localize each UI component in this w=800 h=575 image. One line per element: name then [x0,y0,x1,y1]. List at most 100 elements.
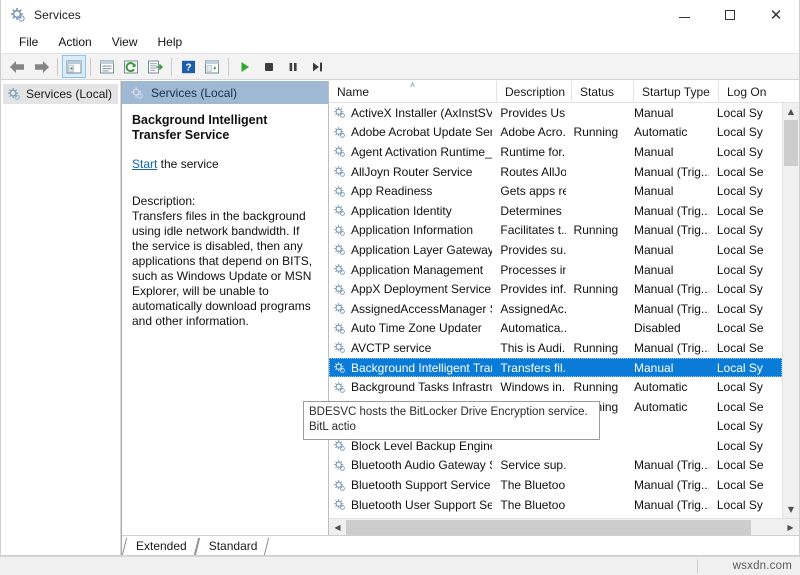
back-button[interactable] [5,55,29,78]
column-header-name[interactable]: ˄ Name [329,81,497,103]
toolbar-separator [171,58,172,76]
table-row[interactable]: Application InformationFacilitates t...R… [329,221,782,241]
console-tree-icon[interactable] [62,55,86,78]
cell-status: Running [566,282,626,296]
watermark-text: wsxdn.com [733,560,792,572]
service-name-label: Application Information [351,223,473,237]
service-gear-icon [333,439,346,452]
column-header-description-label: Description [505,85,565,99]
minimize-button[interactable] [661,0,707,31]
table-row[interactable]: Bluetooth Support ServiceThe Bluetoo...M… [329,475,782,495]
table-row[interactable]: Application ManagementProcesses in...Man… [329,260,782,280]
service-name-label: AllJoyn Router Service [351,165,472,179]
toolbar-separator [57,58,58,76]
console-tree-pane: Services (Local) [1,81,121,555]
table-row[interactable]: Application Layer Gateway ...Provides su… [329,240,782,260]
cell-startup: Manual (Trig... [626,498,709,512]
tab-standard-label: Standard [209,539,258,553]
restart-icon[interactable] [305,55,329,78]
service-name-label: Bluetooth Audio Gateway S... [351,458,492,472]
pause-icon[interactable] [281,55,305,78]
status-bar: wsxdn.com [0,556,800,575]
service-name-label: Block Level Backup Engine ... [351,439,492,453]
table-row[interactable]: AssignedAccessManager Se...AssignedAc...… [329,299,782,319]
vertical-scroll-thumb[interactable] [784,120,798,166]
scroll-right-icon[interactable]: ▶ [782,519,799,536]
help-question-icon[interactable]: ? [176,55,200,78]
table-row[interactable]: Auto Time Zone UpdaterAutomatica...Disab… [329,319,782,339]
cell-startup: Manual (Trig... [626,165,709,179]
action-pane-icon[interactable] [200,55,224,78]
tab-extended[interactable]: Extended [124,536,197,555]
horizontal-scroll-thumb[interactable] [346,520,751,535]
cell-description: Automatica... [492,321,565,335]
cell-startup: Manual (Trig... [626,478,709,492]
cell-name: AVCTP service [329,341,492,355]
cell-logon: Local Sy [709,282,782,296]
column-header-status[interactable]: Status [572,81,634,103]
cell-description: AssignedAc... [492,302,565,316]
properties-icon[interactable] [95,55,119,78]
start-service-link[interactable]: Start [132,157,157,171]
table-row[interactable]: Background Intelligent Tran...Transfers … [329,358,782,378]
close-button[interactable]: ✕ [753,0,799,31]
service-gear-icon [333,243,346,256]
column-header-startup-type[interactable]: Startup Type [634,81,719,103]
scroll-left-icon[interactable]: ◀ [329,519,346,536]
service-name-label: ActiveX Installer (AxInstSV) [351,106,492,120]
cell-startup: Manual [626,361,709,375]
service-gear-icon [333,361,346,374]
tree-node-services-local[interactable]: Services (Local) [3,84,118,104]
table-row[interactable]: Adobe Acrobat Update Serv...Adobe Acro..… [329,123,782,143]
table-row[interactable]: App ReadinessGets apps re...ManualLocal … [329,181,782,201]
horizontal-scrollbar[interactable]: ◀ ▶ [329,518,799,535]
menu-view[interactable]: View [102,34,148,50]
table-row[interactable]: Agent Activation Runtime_...Runtime for.… [329,142,782,162]
table-row[interactable]: Bluetooth Audio Gateway S...Service sup.… [329,456,782,476]
export-list-icon[interactable] [143,55,167,78]
table-row[interactable]: Bluetooth User Support Ser...The Bluetoo… [329,495,782,515]
service-name-label: Adobe Acrobat Update Serv... [351,125,492,139]
play-icon[interactable] [233,55,257,78]
cell-description: Provides Us... [492,106,565,120]
cell-logon: Local Se [709,165,782,179]
cell-startup: Manual (Trig... [626,458,709,472]
menu-action[interactable]: Action [48,34,101,50]
cell-startup: Manual (Trig... [626,302,709,316]
service-name-label: Bluetooth Support Service [351,478,490,492]
toolbar-separator [228,58,229,76]
svg-text:?: ? [185,62,191,73]
vertical-scrollbar[interactable]: ▲ ▼ [782,103,799,518]
table-row[interactable]: AppX Deployment Service (...Provides inf… [329,279,782,299]
service-gear-icon [333,145,346,158]
cell-name: AssignedAccessManager Se... [329,302,492,316]
table-row[interactable]: AVCTP serviceThis is Audi...RunningManua… [329,338,782,358]
table-row[interactable]: AllJoyn Router ServiceRoutes AllJo...Man… [329,162,782,182]
column-header-startup-type-label: Startup Type [642,85,710,99]
table-row[interactable]: ActiveX Installer (AxInstSV)Provides Us.… [329,103,782,123]
cell-logon: Local Sy [709,380,782,394]
maximize-button[interactable] [707,0,753,31]
scroll-up-icon[interactable]: ▲ [783,103,799,120]
menu-help[interactable]: Help [148,34,193,50]
cell-name: Background Intelligent Tran... [329,361,492,375]
refresh-icon[interactable] [119,55,143,78]
cell-startup: Automatic [626,400,709,414]
details-body: Background Intelligent Transfer Service … [122,104,328,329]
tab-standard[interactable]: Standard [197,536,268,555]
column-header-status-label: Status [580,85,614,99]
cell-startup: Manual [626,243,709,257]
horizontal-scroll-track[interactable] [346,519,782,536]
services-list-pane: ˄ Name Description Status Startup Type [329,81,799,535]
column-header-log-on[interactable]: Log On [719,81,779,103]
scroll-down-icon[interactable]: ▼ [783,501,799,518]
service-action-suffix: the service [157,157,218,171]
vertical-scroll-track[interactable] [783,120,799,501]
forward-button[interactable] [29,55,53,78]
table-row[interactable]: Application IdentityDetermines ...Manual… [329,201,782,221]
column-header-description[interactable]: Description [497,81,572,103]
stop-icon[interactable] [257,55,281,78]
table-row[interactable]: Background Tasks Infrastruc...Windows in… [329,377,782,397]
menu-file[interactable]: File [9,34,48,50]
services-gear-icon [10,7,26,23]
